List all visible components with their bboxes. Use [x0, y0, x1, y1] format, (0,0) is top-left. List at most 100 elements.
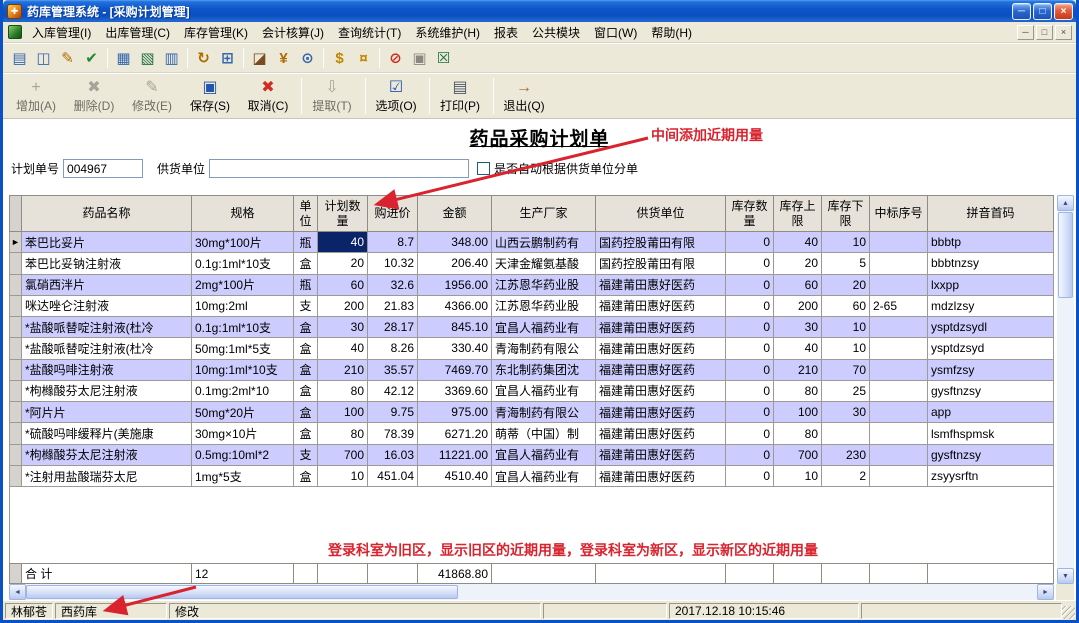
- supplier-input[interactable]: [209, 159, 470, 178]
- minimize-button[interactable]: ─: [1012, 2, 1031, 20]
- column-header[interactable]: 库存数量: [725, 195, 774, 232]
- cell[interactable]: 苯巴比妥钠注射液: [21, 252, 192, 275]
- cell[interactable]: 0: [725, 316, 774, 339]
- cell[interactable]: 348.00: [417, 230, 492, 254]
- exit-button[interactable]: → 退出(Q): [499, 75, 549, 117]
- cell[interactable]: 0: [725, 401, 774, 424]
- cell[interactable]: mdzlzsy: [927, 294, 1054, 318]
- row-indicator[interactable]: [9, 422, 22, 445]
- cell[interactable]: 200: [773, 294, 822, 318]
- vertical-scrollbar[interactable]: ▲ ▼: [1057, 195, 1074, 584]
- cell[interactable]: [869, 401, 928, 424]
- cell[interactable]: 福建莆田惠好医药: [595, 358, 726, 381]
- cell[interactable]: 福建莆田惠好医药: [595, 464, 726, 488]
- cell[interactable]: 9.75: [367, 401, 418, 424]
- money-icon[interactable]: $: [328, 47, 351, 70]
- cell[interactable]: 28.17: [367, 316, 418, 339]
- cell[interactable]: 60: [821, 294, 870, 318]
- cell[interactable]: 78.39: [367, 422, 418, 445]
- horizontal-scrollbar[interactable]: ◄ ►: [9, 584, 1054, 600]
- cell[interactable]: 80: [773, 379, 822, 403]
- resize-grip-icon[interactable]: [1062, 606, 1075, 619]
- cell[interactable]: gysftnzsy: [927, 379, 1054, 403]
- column-header[interactable]: 供货单位: [595, 195, 726, 232]
- extract-button[interactable]: ⇩ 提取(T): [307, 75, 357, 117]
- column-header[interactable]: 中标序号: [869, 195, 928, 232]
- cell[interactable]: 700: [317, 443, 368, 466]
- row-indicator[interactable]: ►: [9, 230, 22, 254]
- row-indicator[interactable]: [9, 464, 22, 488]
- cell[interactable]: 0: [725, 379, 774, 403]
- menu-item[interactable]: 会计核算(J): [255, 22, 331, 43]
- search-icon[interactable]: ⊙: [296, 47, 319, 70]
- cell[interactable]: 盒: [293, 401, 318, 424]
- cell[interactable]: 国药控股莆田有限: [595, 252, 726, 275]
- cell[interactable]: [869, 316, 928, 339]
- menu-item[interactable]: 帮助(H): [644, 22, 699, 43]
- cell[interactable]: 7469.70: [417, 358, 492, 381]
- cell[interactable]: 10.32: [367, 252, 418, 275]
- column-header[interactable]: 计划数量: [317, 195, 368, 232]
- cell[interactable]: 福建莆田惠好医药: [595, 294, 726, 318]
- cell[interactable]: 40: [773, 337, 822, 360]
- cell[interactable]: 支: [293, 443, 318, 466]
- report-icon[interactable]: ▥: [160, 47, 183, 70]
- cell[interactable]: 青海制药有限公: [491, 401, 596, 424]
- cell[interactable]: 0: [725, 294, 774, 318]
- scroll-right-icon[interactable]: ►: [1037, 584, 1054, 600]
- row-indicator[interactable]: [9, 273, 22, 296]
- cell[interactable]: ysptdzsydl: [927, 316, 1054, 339]
- cell[interactable]: 0: [725, 443, 774, 466]
- cell[interactable]: 0: [725, 337, 774, 360]
- cell[interactable]: 福建莆田惠好医药: [595, 379, 726, 403]
- cell[interactable]: 0.1mg:2ml*10: [191, 379, 294, 403]
- cell[interactable]: 40: [317, 230, 368, 254]
- row-indicator[interactable]: [9, 316, 22, 339]
- cell[interactable]: 8.7: [367, 230, 418, 254]
- menu-item[interactable]: 库存管理(K): [177, 22, 255, 43]
- menu-item[interactable]: 报表: [487, 22, 525, 43]
- cell[interactable]: [821, 422, 870, 445]
- cell[interactable]: 330.40: [417, 337, 492, 360]
- cell[interactable]: 福建莆田惠好医药: [595, 316, 726, 339]
- cell[interactable]: 451.04: [367, 464, 418, 488]
- cell[interactable]: 845.10: [417, 316, 492, 339]
- cell[interactable]: 0.1g:1ml*10支: [191, 316, 294, 339]
- cell[interactable]: *盐酸哌替啶注射液(杜冷: [21, 337, 192, 360]
- column-header[interactable]: 库存上限: [773, 195, 822, 232]
- child-minimize-button[interactable]: ─: [1017, 24, 1034, 40]
- cell[interactable]: 宜昌人福药业有: [491, 443, 596, 466]
- row-indicator[interactable]: [9, 401, 22, 424]
- cell[interactable]: 10: [821, 316, 870, 339]
- cell[interactable]: 苯巴比妥片: [21, 230, 192, 254]
- cell[interactable]: *阿片片: [21, 401, 192, 424]
- cell[interactable]: 42.12: [367, 379, 418, 403]
- cell[interactable]: 瓶: [293, 230, 318, 254]
- notepad-icon[interactable]: ▦: [112, 47, 135, 70]
- cell[interactable]: 975.00: [417, 401, 492, 424]
- edit-plan-icon[interactable]: ✎: [56, 47, 79, 70]
- cell[interactable]: 40: [773, 230, 822, 254]
- menu-item[interactable]: 窗口(W): [587, 22, 644, 43]
- cell[interactable]: lxxpp: [927, 273, 1054, 296]
- cell[interactable]: 80: [317, 379, 368, 403]
- cell[interactable]: 1956.00: [417, 273, 492, 296]
- cell[interactable]: 国药控股莆田有限: [595, 230, 726, 254]
- close-grid-icon[interactable]: ☒: [432, 47, 455, 70]
- refresh-icon[interactable]: ↻: [192, 47, 215, 70]
- cell[interactable]: 0: [725, 273, 774, 296]
- cell[interactable]: 盒: [293, 358, 318, 381]
- close-button[interactable]: ×: [1054, 2, 1073, 20]
- cell[interactable]: 230: [821, 443, 870, 466]
- cell[interactable]: 福建莆田惠好医药: [595, 422, 726, 445]
- restore-button[interactable]: □: [1033, 2, 1052, 20]
- row-indicator[interactable]: [9, 252, 22, 275]
- auto-split-checkbox[interactable]: [477, 162, 491, 175]
- add-button[interactable]: + 增加(A): [11, 75, 61, 117]
- excel-export-icon[interactable]: ▧: [136, 47, 159, 70]
- cell[interactable]: 10mg:1ml*10支: [191, 358, 294, 381]
- row-indicator[interactable]: [9, 294, 22, 318]
- cell[interactable]: 萌蒂（中国）制: [491, 422, 596, 445]
- cell[interactable]: bbbtp: [927, 230, 1054, 254]
- title-bar[interactable]: ✚ 药库管理系统 - [采购计划管理] ─ □ ×: [3, 0, 1076, 22]
